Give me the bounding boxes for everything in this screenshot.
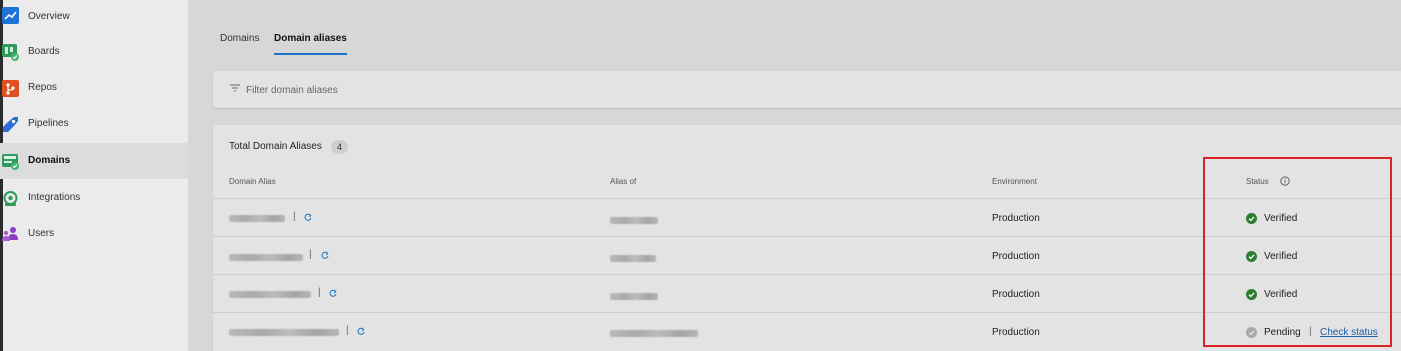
separator: | xyxy=(293,211,296,222)
sidebar-item-repos[interactable]: Repos xyxy=(0,70,188,106)
refresh-icon[interactable] xyxy=(321,251,329,259)
domains-icon xyxy=(2,154,19,170)
sidebar-item-label: Integrations xyxy=(28,192,81,203)
tab-domain-aliases[interactable]: Domain aliases xyxy=(274,33,347,44)
active-tab-indicator xyxy=(274,53,347,55)
domain-alias-value xyxy=(229,329,339,336)
column-header-domain-alias[interactable]: Domain Alias xyxy=(229,177,276,186)
environment-value: Production xyxy=(992,327,1040,338)
filter-icon xyxy=(230,84,240,92)
refresh-icon[interactable] xyxy=(329,289,337,297)
pipelines-icon xyxy=(3,117,18,132)
count-badge: 4 xyxy=(331,140,348,154)
separator: | xyxy=(318,287,321,298)
table-title: Total Domain Aliases xyxy=(229,141,322,152)
sidebar: Overview Boards Repos Pipelines Domains … xyxy=(0,0,188,351)
sidebar-item-domains[interactable]: Domains xyxy=(0,143,188,179)
domain-alias-value xyxy=(229,254,303,261)
environment-value: Production xyxy=(992,213,1040,224)
sidebar-item-label: Repos xyxy=(28,82,57,93)
domain-alias-value xyxy=(229,291,311,298)
refresh-icon[interactable] xyxy=(357,327,365,335)
sidebar-item-users[interactable]: Users xyxy=(0,216,188,252)
sidebar-item-label: Boards xyxy=(28,46,60,57)
separator: | xyxy=(309,249,312,260)
sidebar-item-boards[interactable]: Boards xyxy=(0,34,188,70)
column-header-environment[interactable]: Environment xyxy=(992,177,1037,186)
sidebar-item-pipelines[interactable]: Pipelines xyxy=(0,106,188,142)
environment-value: Production xyxy=(992,289,1040,300)
sidebar-item-label: Users xyxy=(28,228,55,239)
alias-of-value xyxy=(610,293,658,300)
overview-icon xyxy=(2,7,19,24)
sidebar-item-label: Domains xyxy=(28,155,71,166)
filter-input[interactable]: Filter domain aliases xyxy=(246,85,338,96)
tab-domains[interactable]: Domains xyxy=(220,33,259,44)
integrations-icon xyxy=(3,191,18,206)
domain-alias-value xyxy=(229,215,285,222)
sidebar-item-label: Overview xyxy=(28,11,70,22)
alias-of-value xyxy=(610,217,658,224)
repos-icon xyxy=(2,80,19,97)
users-icon xyxy=(2,227,18,241)
environment-value: Production xyxy=(992,251,1040,262)
column-header-alias-of[interactable]: Alias of xyxy=(610,177,636,186)
sidebar-item-integrations[interactable]: Integrations xyxy=(0,180,188,216)
alias-of-value xyxy=(610,255,656,262)
status-column-highlight-box xyxy=(1203,157,1392,347)
sidebar-item-label: Pipelines xyxy=(28,118,69,129)
alias-of-value xyxy=(610,330,698,337)
boards-icon xyxy=(2,44,19,61)
refresh-icon[interactable] xyxy=(304,213,312,221)
separator: | xyxy=(346,325,349,336)
filter-bar[interactable]: Filter domain aliases xyxy=(213,71,1401,108)
sidebar-item-overview[interactable]: Overview xyxy=(0,0,188,34)
